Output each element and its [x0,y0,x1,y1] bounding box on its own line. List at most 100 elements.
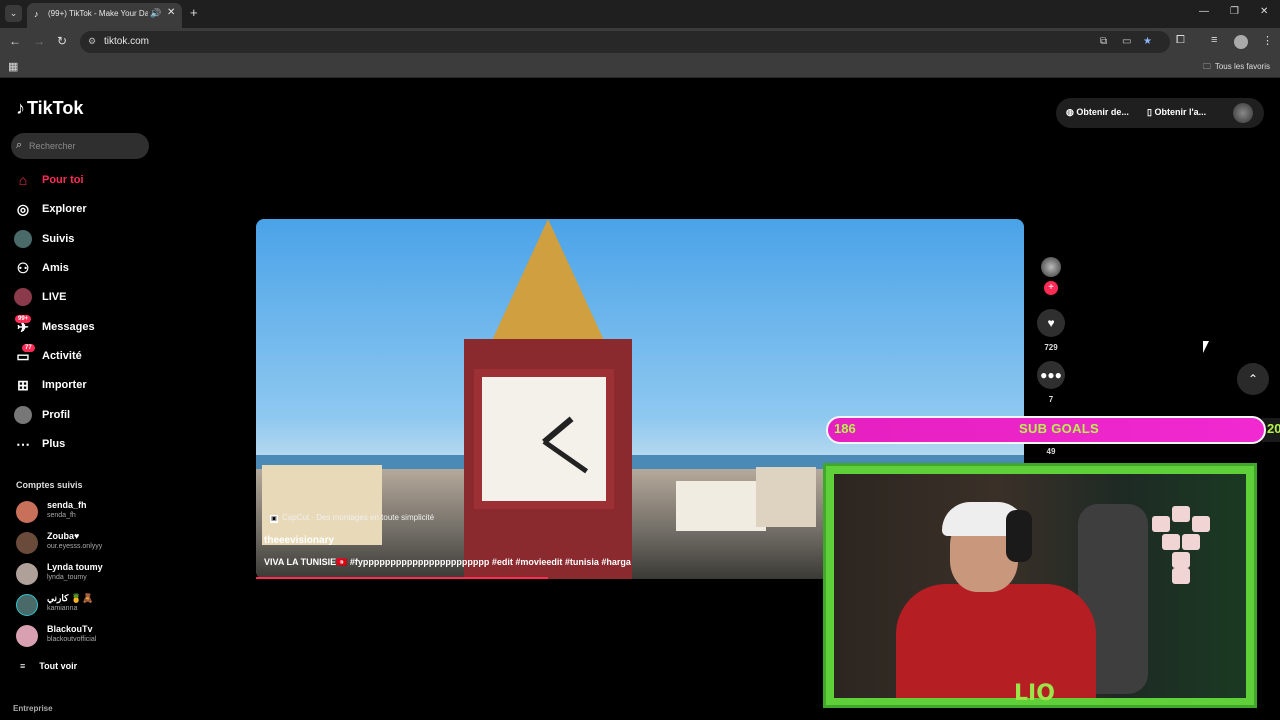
window-close-button[interactable]: ✕ [1260,6,1268,17]
back-button[interactable]: ← [9,34,21,48]
bookmarks-bar: ▦ 🗀 Tous les favoris [0,56,1280,78]
new-tab-button[interactable]: + [190,5,198,20]
messages-badge: 99+ [15,315,32,323]
get-coins-label: Obtenir de... [1076,107,1129,117]
save-count: 49 [1046,447,1056,456]
logo-text: TikTok [27,98,84,118]
tower-spire [488,219,608,349]
get-app-label: Obtenir l'a... [1154,107,1207,117]
address-bar[interactable]: ⚙ tiktok.com ⧉ ▭ ★ [80,31,1170,53]
following-avatar-icon [14,230,32,248]
audio-playing-icon[interactable]: 🔊 [150,8,161,19]
headset [1006,510,1032,562]
like-count: 729 [1044,343,1058,352]
comment-button[interactable]: ●●● [1037,361,1065,389]
sidebar-item-label: Explorer [42,203,87,215]
sub-goal-overlay: 186 SUB GOALS 20 [826,416,1280,444]
footer-company-link[interactable]: Entreprise [13,704,53,713]
maximize-button[interactable]: ❐ [1230,6,1239,17]
browser-menu-icon[interactable]: ⋮ [1262,34,1273,47]
streamer-body [896,584,1096,698]
search-input[interactable]: ⌕ Rechercher [11,133,149,159]
account-handle: our.eyesss.onlyyy [47,543,103,550]
account-handle: senda_fh [47,512,76,519]
tab-search-button[interactable]: ⌄ [5,5,22,22]
cast-icon[interactable]: ▭ [1122,36,1131,47]
capcut-icon: ▣ [270,515,278,523]
sidebar-item-label: Suivis [42,233,75,245]
hex-light [1162,534,1180,550]
bookmark-star-icon[interactable]: ★ [1143,36,1152,47]
video-description: VIVA LA TUNISIE🇹🇳 #fyppppppppppppppppppp… [264,557,631,567]
account-name: senda_fh [47,500,87,510]
comment-icon: ●●● [1040,368,1062,382]
avatar [16,563,38,585]
mouse-cursor [1203,341,1209,353]
sidebar-item-label: Activité [42,350,82,362]
all-bookmarks-folder[interactable]: 🗀 Tous les favoris [1203,61,1270,75]
account-handle: blackoutvofficial [47,636,97,643]
bookmarks-folder-label: Tous les favoris [1214,62,1270,71]
hex-light [1152,516,1170,532]
list-icon: ≡ [20,661,26,671]
translate-icon[interactable]: ⧉ [1100,36,1107,47]
profile-avatar-icon [14,406,32,424]
coin-icon: ◍ [1066,107,1077,117]
comment-count: 7 [1048,395,1054,404]
sidebar-item-label: Amis [42,262,69,274]
extensions-icon[interactable]: ⧠ [1176,34,1185,47]
home-icon: ⌂ [18,172,28,188]
user-avatar[interactable] [1233,103,1253,123]
get-app-button[interactable]: ▯ Obtenir l'a... [1147,107,1206,118]
hex-light [1172,506,1190,522]
tab-close-icon[interactable]: ✕ [167,7,175,18]
apps-grid-icon[interactable]: ▦ [8,60,18,73]
hex-light [1172,552,1190,568]
follow-plus-icon[interactable]: + [1044,281,1058,295]
account-handle: lynda_toumy [47,574,87,581]
avatar [16,594,38,616]
reload-button[interactable]: ↻ [57,34,67,48]
creator-avatar[interactable] [1041,257,1061,277]
get-coins-button[interactable]: ◍ Obtenir de... [1066,107,1129,118]
browser-tab-strip: ⌄ ♪ (99+) TikTok - Make Your Day 🔊 ✕ + —… [0,0,1280,28]
media-control-icon[interactable]: ≡ [1211,34,1217,46]
see-all-button[interactable]: ≡ Tout voir [20,661,77,671]
building [676,481,766,531]
avatar [16,532,38,554]
hex-light [1182,534,1200,550]
sub-goal-target: 20 [1267,421,1280,436]
account-name: BlackouTv [47,624,93,634]
capcut-tag[interactable]: ▣ CapCut · Des montages en toute simplici… [270,513,434,523]
hex-light [1192,516,1210,532]
heart-icon: ♥ [1047,316,1055,330]
video-progress-bar[interactable] [256,577,548,579]
like-button[interactable]: ♥ [1037,309,1065,337]
tab-title: (99+) TikTok - Make Your Day [48,9,148,18]
webcam-overlay: LIO [823,463,1257,708]
clock-hand [542,416,574,445]
sub-goal-label: SUB GOALS [1019,421,1099,436]
site-info-icon[interactable]: ⚙ [88,36,96,47]
video-username[interactable]: theeevisionary [264,535,334,546]
minimize-button[interactable]: — [1199,6,1209,17]
building [262,465,382,545]
followed-accounts-title: Comptes suivis [16,480,83,490]
url-text: tiktok.com [104,36,150,47]
tiktok-note-icon: ♪ [16,98,25,118]
previous-video-button[interactable]: ⌃ [1237,363,1269,395]
browser-toolbar: ← → ↻ ⚙ tiktok.com ⧉ ▭ ★ ⧠ ≡ ⋮ [0,28,1280,56]
capcut-label: CapCut · Des montages en toute simplicit… [282,513,435,522]
sidebar-item-label: LIVE [42,291,67,303]
forward-button[interactable]: → [33,34,45,48]
sidebar-item-label: Pour toi [42,174,84,186]
browser-tab[interactable]: ♪ (99+) TikTok - Make Your Day 🔊 ✕ [27,3,182,28]
top-actions-bar: ◍ Obtenir de... ▯ Obtenir l'a... [1056,98,1264,128]
streamer-logo-mark: LIO [1014,681,1055,706]
tiktok-logo[interactable]: ♪ TikTok [16,98,83,119]
building [756,467,816,527]
more-icon: ⋯ [16,436,30,452]
sidebar-item-label: Messages [42,321,95,333]
profile-avatar-icon[interactable] [1234,35,1248,49]
account-handle: kamianna [47,605,78,612]
